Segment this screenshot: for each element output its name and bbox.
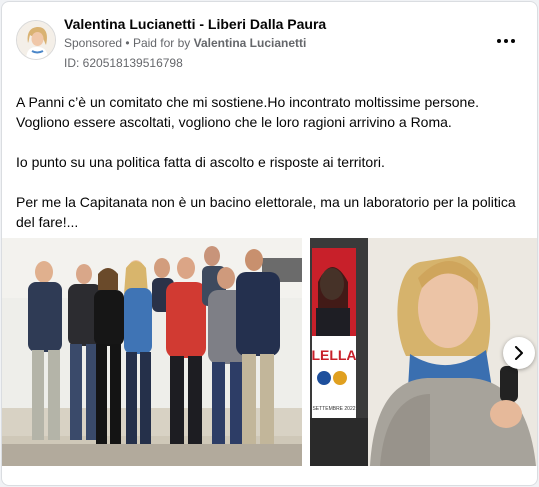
separator-dot: • <box>125 36 130 50</box>
post-body: A Panni c’è un comitato che mi sostiene.… <box>16 92 526 232</box>
post-paragraph: Per me la Capitanata non è un bacino ele… <box>16 194 516 230</box>
more-dot <box>497 39 501 43</box>
ad-card: Valentina Lucianetti - Liberi Dalla Paur… <box>1 1 538 486</box>
avatar[interactable] <box>16 20 56 60</box>
paid-for-prefix: Paid for by <box>132 36 191 50</box>
chevron-right-icon[interactable] <box>503 337 535 369</box>
page-name[interactable]: Valentina Lucianetti - Liberi Dalla Paur… <box>64 16 326 32</box>
more-dot <box>511 39 515 43</box>
ad-id: ID: 620518139516798 <box>64 56 183 70</box>
more-dot <box>504 39 508 43</box>
sponsored-label[interactable]: Sponsored <box>64 36 122 50</box>
poster-small-text: SETTEMBRE 2022 <box>312 406 355 412</box>
sponsor-line: Sponsored • Paid for by Valentina Lucian… <box>64 36 306 50</box>
post-paragraph: Io punto su una politica fatta di ascolt… <box>16 154 385 170</box>
poster-text: LELLA <box>311 347 356 363</box>
image-carousel: LELLA SETTEMBRE 2022 <box>2 238 537 466</box>
carousel-image-group-photo[interactable] <box>2 238 302 466</box>
post-paragraph: A Panni c’è un comitato che mi sostiene.… <box>16 94 480 130</box>
more-options-icon[interactable] <box>493 32 519 50</box>
paid-for-name: Valentina Lucianetti <box>193 36 307 50</box>
post-header: Valentina Lucianetti - Liberi Dalla Paur… <box>2 2 537 80</box>
